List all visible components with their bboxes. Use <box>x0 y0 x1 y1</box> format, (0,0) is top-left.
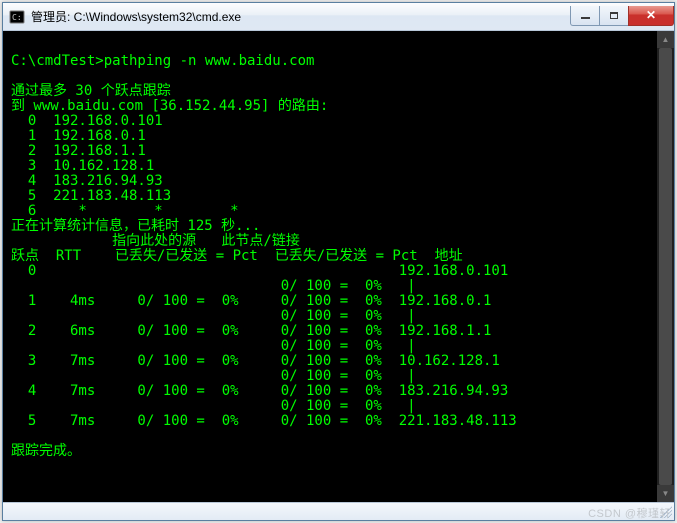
window-title: 管理员: C:\Windows\system32\cmd.exe <box>31 8 571 25</box>
minimize-icon <box>581 17 590 19</box>
title-bar[interactable]: C: 管理员: C:\Windows\system32\cmd.exe ✕ <box>3 3 674 31</box>
scroll-track[interactable] <box>657 48 674 485</box>
window-controls: ✕ <box>571 6 674 26</box>
terminal-output[interactable]: C:\cmdTest>pathping -n www.baidu.com 通过最… <box>3 31 674 502</box>
vertical-scrollbar[interactable]: ▲ ▼ <box>657 31 674 502</box>
maximize-icon <box>610 12 618 19</box>
svg-text:C:: C: <box>12 13 22 22</box>
close-button[interactable]: ✕ <box>628 6 674 26</box>
status-bar <box>3 502 674 520</box>
scroll-up-button[interactable]: ▲ <box>657 31 674 48</box>
terminal-text: C:\cmdTest>pathping -n www.baidu.com 通过最… <box>11 39 666 459</box>
cmd-icon: C: <box>9 9 25 25</box>
minimize-button[interactable] <box>570 6 600 26</box>
maximize-button[interactable] <box>599 6 629 26</box>
scroll-thumb[interactable] <box>659 48 672 485</box>
resize-grip[interactable] <box>660 506 672 518</box>
close-icon: ✕ <box>646 8 656 22</box>
cmd-window: C: 管理员: C:\Windows\system32\cmd.exe ✕ C:… <box>2 2 675 521</box>
scroll-down-button[interactable]: ▼ <box>657 485 674 502</box>
